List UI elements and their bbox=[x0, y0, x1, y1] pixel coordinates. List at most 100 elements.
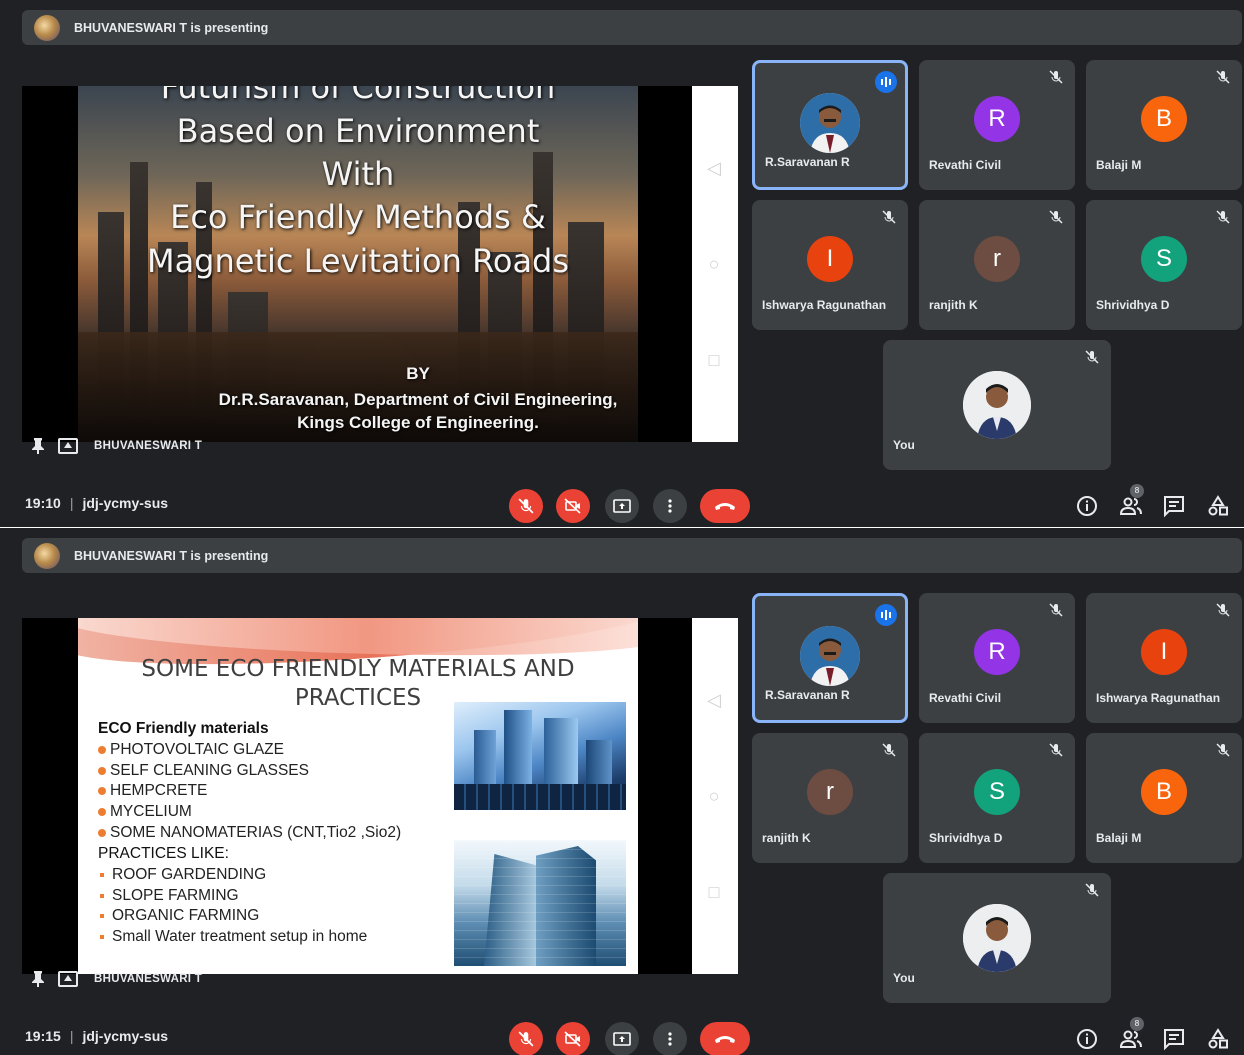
self-name: You bbox=[893, 971, 915, 985]
people-icon bbox=[1119, 497, 1142, 515]
separator: | bbox=[69, 1028, 74, 1044]
pin-icon[interactable] bbox=[32, 971, 44, 987]
camera-off-icon bbox=[564, 1031, 581, 1047]
camera-toggle-button[interactable] bbox=[556, 1022, 590, 1055]
present-to-all-icon bbox=[613, 499, 631, 513]
camera-toggle-button[interactable] bbox=[556, 489, 590, 523]
participant-name: Ishwarya Ragunathan bbox=[762, 298, 887, 312]
meeting-code: jdj-ycmy-sus bbox=[82, 1028, 169, 1044]
slide-title-line: Futurism of Construction bbox=[160, 86, 556, 106]
meet-screenshot-1: BHUVANESWARI T is presenting Futurism of… bbox=[0, 0, 1244, 527]
chat-icon[interactable] bbox=[1162, 494, 1186, 518]
more-vert-icon bbox=[668, 1032, 672, 1046]
mic-off-icon bbox=[1049, 603, 1063, 617]
avatar: R bbox=[974, 96, 1020, 143]
participant-tile[interactable]: R.Saravanan R bbox=[752, 593, 908, 723]
present-to-all-icon bbox=[58, 438, 78, 454]
participant-tile[interactable]: I Ishwarya Ragunathan bbox=[752, 200, 908, 330]
avatar bbox=[800, 625, 860, 686]
list-item: ROOF GARDENDING bbox=[98, 865, 367, 886]
presenting-banner: BHUVANESWARI T is presenting bbox=[22, 10, 1242, 45]
participant-tile[interactable]: B Balaji M bbox=[1086, 60, 1242, 190]
slide-title-line: Eco Friendly Methods & bbox=[170, 198, 546, 236]
camera-off-icon bbox=[564, 498, 581, 514]
presenting-text: BHUVANESWARI T is presenting bbox=[74, 548, 269, 563]
list-item: PHOTOVOLTAIC GLAZE bbox=[98, 740, 401, 761]
more-vert-icon bbox=[668, 499, 672, 513]
mic-off-icon bbox=[518, 1031, 534, 1047]
list-item: Small Water treatment setup in home bbox=[98, 927, 367, 948]
slide-author: Dr.R.Saravanan, Department of Civil Engi… bbox=[218, 390, 618, 409]
participant-tile[interactable]: R Revathi Civil bbox=[919, 593, 1075, 723]
mic-off-icon bbox=[882, 743, 896, 757]
bullet-icon bbox=[98, 787, 106, 796]
back-icon[interactable]: ◁ bbox=[704, 158, 724, 178]
participant-tile[interactable]: S Shrividhya D bbox=[1086, 200, 1242, 330]
info-icon[interactable] bbox=[1075, 494, 1099, 518]
mic-toggle-button[interactable] bbox=[509, 1022, 543, 1055]
present-button[interactable] bbox=[605, 489, 639, 523]
mic-off-icon bbox=[1216, 210, 1230, 224]
participant-tile[interactable]: r ranjith K bbox=[752, 733, 908, 863]
bullet-icon bbox=[100, 934, 104, 939]
participant-name: R.Saravanan R bbox=[765, 688, 850, 702]
participant-tile[interactable]: I Ishwarya Ragunathan bbox=[1086, 593, 1242, 723]
leave-call-button[interactable] bbox=[700, 1022, 750, 1055]
present-button[interactable] bbox=[605, 1022, 639, 1055]
bullet-icon bbox=[100, 893, 104, 898]
list-item: ORGANIC FARMING bbox=[98, 906, 367, 927]
meeting-time: 19:15 bbox=[25, 1028, 61, 1044]
participant-name: Shrividhya D bbox=[1096, 298, 1170, 312]
info-icon[interactable] bbox=[1075, 1027, 1099, 1051]
skyscraper-photo bbox=[454, 702, 626, 810]
mic-toggle-button[interactable] bbox=[509, 489, 543, 523]
presenter-avatar bbox=[34, 542, 60, 569]
chat-icon[interactable] bbox=[1162, 1027, 1186, 1051]
stage-footer: BHUVANESWARI T bbox=[32, 969, 202, 989]
back-icon[interactable]: ◁ bbox=[704, 690, 724, 710]
mic-off-icon bbox=[1085, 883, 1099, 897]
glass-building-photo bbox=[454, 840, 626, 966]
activities-icon[interactable] bbox=[1206, 494, 1230, 518]
presenter-avatar bbox=[34, 14, 60, 41]
participant-tile[interactable]: R Revathi Civil bbox=[919, 60, 1075, 190]
slide-title: SOME ECO FRIENDLY MATERIALS AND bbox=[141, 656, 575, 682]
more-options-button[interactable] bbox=[653, 489, 687, 523]
people-button[interactable]: 8 bbox=[1119, 484, 1144, 518]
presentation-stage[interactable]: Futurism of Construction Based on Enviro… bbox=[22, 86, 738, 442]
pin-icon[interactable] bbox=[32, 438, 44, 454]
home-icon[interactable]: ○ bbox=[704, 254, 724, 274]
meet-screenshot-2: BHUVANESWARI T is presenting SOME ECO FR… bbox=[0, 528, 1244, 1055]
avatar: I bbox=[807, 236, 853, 283]
participant-tile[interactable]: r ranjith K bbox=[919, 200, 1075, 330]
presentation-stage[interactable]: SOME ECO FRIENDLY MATERIALS AND PRACTICE… bbox=[22, 618, 738, 974]
home-icon[interactable]: ○ bbox=[704, 786, 724, 806]
leave-call-button[interactable] bbox=[700, 489, 750, 523]
participant-tile[interactable]: B Balaji M bbox=[1086, 733, 1242, 863]
presenting-text: BHUVANESWARI T is presenting bbox=[74, 20, 269, 35]
activities-icon[interactable] bbox=[1206, 1027, 1230, 1051]
mic-off-icon bbox=[882, 210, 896, 224]
meeting-code: jdj-ycmy-sus bbox=[82, 495, 169, 511]
slide-nav-strip: ◁ ○ □ bbox=[692, 618, 738, 974]
self-tile[interactable]: You bbox=[883, 340, 1111, 470]
self-tile[interactable]: You bbox=[883, 873, 1111, 1003]
bullet-icon bbox=[100, 872, 104, 877]
recents-icon[interactable]: □ bbox=[704, 350, 724, 370]
meeting-info: 19:10 | jdj-ycmy-sus bbox=[25, 495, 168, 511]
meeting-time: 19:10 bbox=[25, 495, 61, 511]
participant-tile[interactable]: R.Saravanan R bbox=[752, 60, 908, 190]
presenting-banner: BHUVANESWARI T is presenting bbox=[22, 538, 1242, 573]
participant-tile[interactable]: S Shrividhya D bbox=[919, 733, 1075, 863]
materials-list: PHOTOVOLTAIC GLAZE SELF CLEANING GLASSES… bbox=[98, 740, 401, 843]
avatar: S bbox=[974, 769, 1020, 816]
list-item: HEMPCRETE bbox=[98, 781, 401, 802]
people-button[interactable]: 8 bbox=[1119, 1017, 1144, 1051]
avatar: B bbox=[1141, 96, 1187, 143]
speaking-icon bbox=[875, 71, 897, 93]
avatar: B bbox=[1141, 769, 1187, 816]
bullet-icon bbox=[98, 745, 106, 754]
more-options-button[interactable] bbox=[653, 1022, 687, 1055]
recents-icon[interactable]: □ bbox=[704, 882, 724, 902]
participant-name: Balaji M bbox=[1096, 831, 1142, 845]
